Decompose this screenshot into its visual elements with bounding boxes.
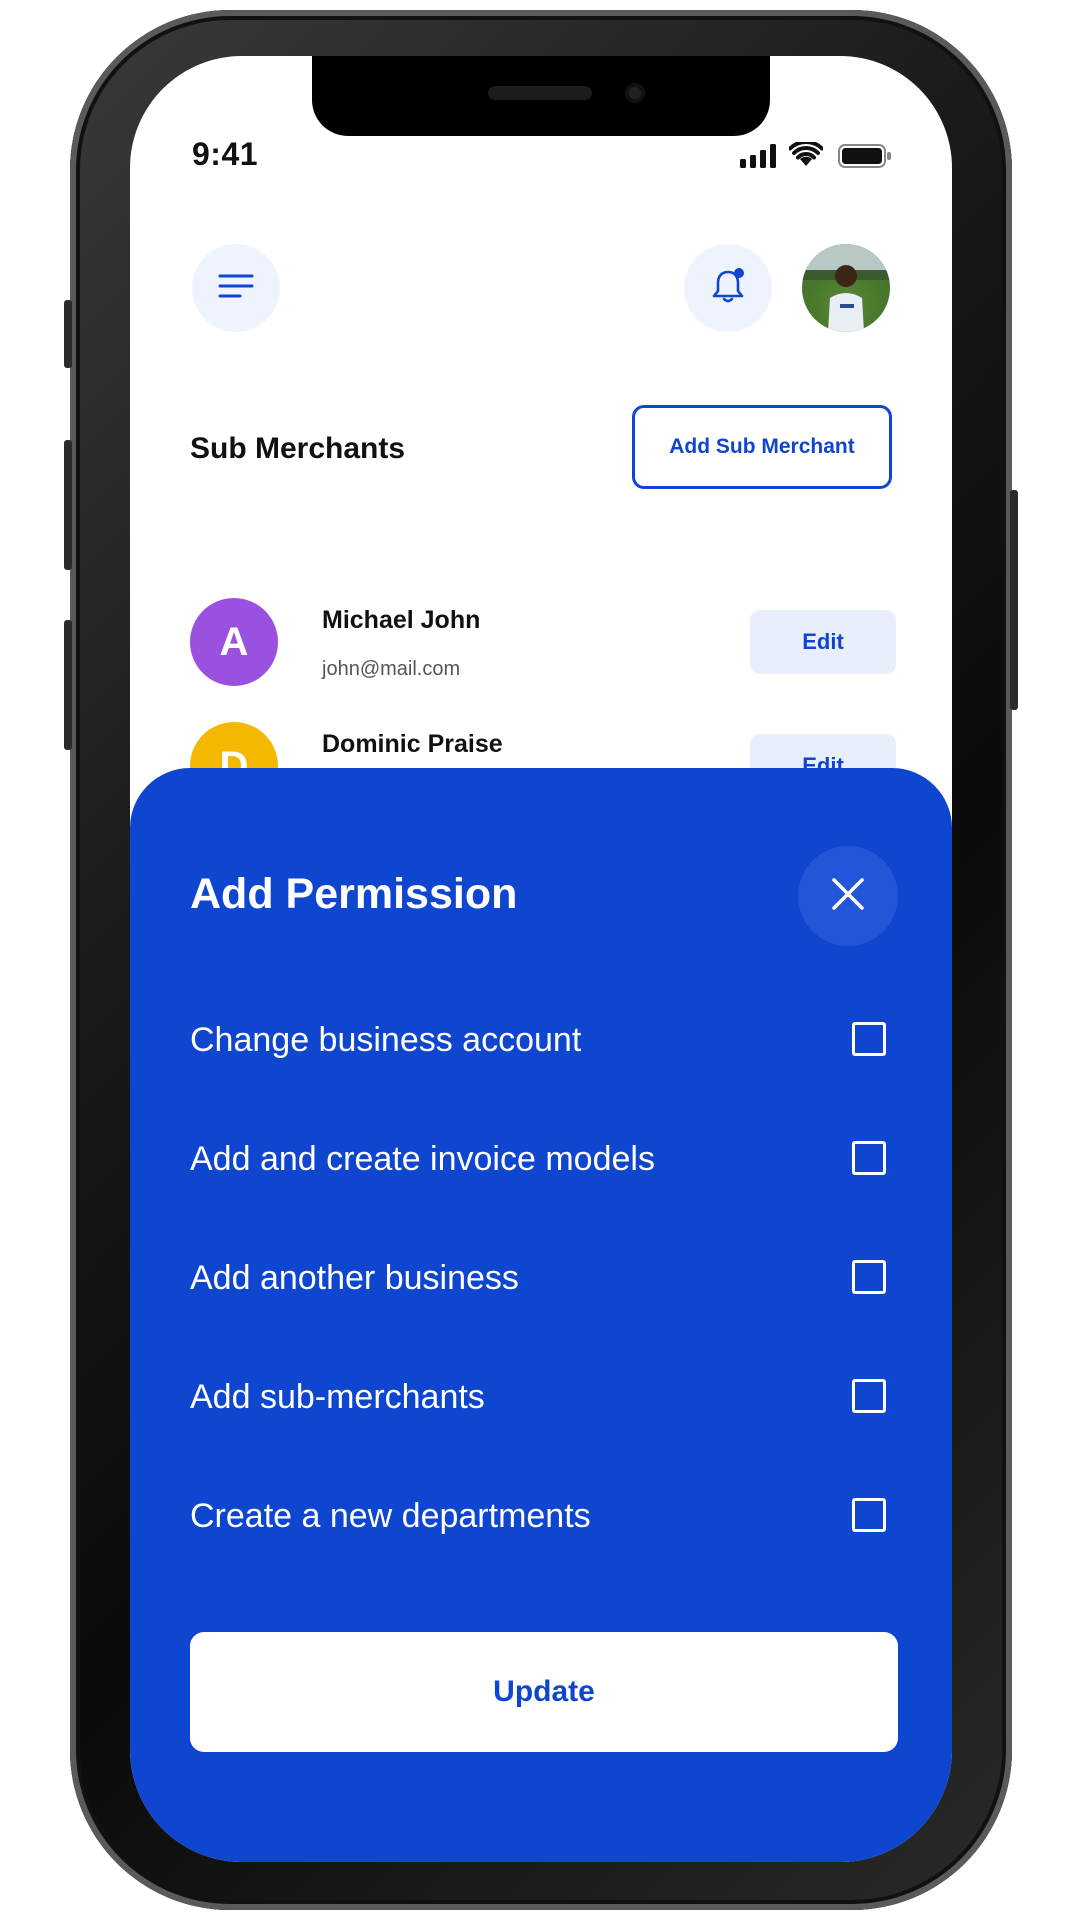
permission-checkbox[interactable] bbox=[852, 1141, 886, 1175]
close-icon bbox=[831, 877, 865, 916]
menu-button[interactable] bbox=[192, 244, 280, 332]
signal-icon bbox=[740, 144, 780, 173]
wifi-icon bbox=[788, 140, 824, 173]
side-button-mute bbox=[64, 300, 72, 368]
user-avatar[interactable] bbox=[802, 244, 890, 332]
sheet-title: Add Permission bbox=[190, 870, 518, 918]
status-time: 9:41 bbox=[192, 136, 259, 172]
edit-button[interactable]: Edit bbox=[750, 610, 896, 674]
update-button[interactable]: Update bbox=[190, 1632, 898, 1752]
permission-label: Add sub-merchants bbox=[190, 1378, 485, 1416]
page-title: Sub Merchants bbox=[190, 432, 406, 465]
merchant-name: Dominic Praise bbox=[322, 730, 503, 758]
permission-checkbox[interactable] bbox=[852, 1498, 886, 1532]
bell-icon bbox=[710, 267, 746, 310]
side-button-volume-down bbox=[64, 620, 72, 750]
permission-label: Create a new departments bbox=[190, 1497, 591, 1535]
permission-label: Change business account bbox=[190, 1021, 582, 1059]
merchant-initial: A bbox=[219, 619, 249, 664]
merchant-email: john@mail.com bbox=[322, 658, 461, 680]
front-camera bbox=[625, 83, 645, 103]
side-button-volume-up bbox=[64, 440, 72, 570]
permission-checkbox[interactable] bbox=[852, 1022, 886, 1056]
permission-label: Add another business bbox=[190, 1259, 519, 1297]
merchant-avatar: A bbox=[190, 598, 278, 686]
speaker-grille bbox=[488, 86, 592, 100]
permission-label: Add and create invoice models bbox=[190, 1140, 655, 1178]
menu-icon bbox=[218, 272, 254, 305]
permission-checkbox[interactable] bbox=[852, 1379, 886, 1413]
permission-checkbox[interactable] bbox=[852, 1260, 886, 1294]
add-sub-merchant-button[interactable]: Add Sub Merchant bbox=[632, 405, 892, 489]
close-button[interactable] bbox=[798, 846, 898, 946]
battery-icon bbox=[838, 144, 892, 173]
side-button-power bbox=[1010, 490, 1018, 710]
merchant-name: Michael John bbox=[322, 606, 481, 634]
notifications-button[interactable] bbox=[684, 244, 772, 332]
